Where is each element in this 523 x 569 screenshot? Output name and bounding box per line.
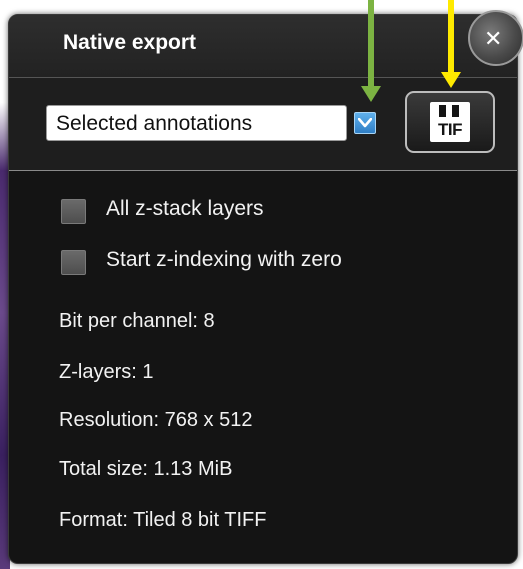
export-toolbar: Selected annotations TIF [9,78,517,171]
chevron-down-icon [358,118,372,128]
all-z-stack-layers-checkbox[interactable] [61,199,86,224]
dialog-titlebar: Native export [9,15,517,78]
close-icon: ✕ [484,26,503,51]
start-z-indexing-checkbox[interactable] [61,250,86,275]
export-scope-dropdown-button[interactable] [354,112,376,134]
all-z-stack-layers-label: All z-stack layers [106,197,264,220]
export-scope-select[interactable]: Selected annotations [46,105,347,141]
bit-per-channel-info: Bit per channel: 8 [59,310,215,332]
start-z-indexing-label: Start z-indexing with zero [106,248,342,271]
dialog-title: Native export [63,31,197,54]
floppy-slot-left [439,105,446,117]
floppy-slot-right [452,105,459,117]
yellow-annotation-arrow-shaft [448,0,454,76]
close-button[interactable]: ✕ [468,10,523,66]
yellow-annotation-arrow-head [441,72,461,88]
native-export-dialog: Native export Selected annotations TIF A… [8,14,518,564]
green-annotation-arrow-head [361,86,381,102]
export-tif-button[interactable]: TIF [405,91,495,153]
export-scope-selected-value: Selected annotations [56,112,253,135]
format-info: Format: Tiled 8 bit TIFF [59,509,267,531]
tif-label: TIF [438,120,463,139]
resolution-info: Resolution: 768 x 512 [59,409,253,431]
floppy-disk-icon: TIF [430,102,470,142]
green-annotation-arrow-shaft [368,0,374,90]
total-size-info: Total size: 1.13 MiB [59,458,233,480]
z-layers-info: Z-layers: 1 [59,361,154,383]
